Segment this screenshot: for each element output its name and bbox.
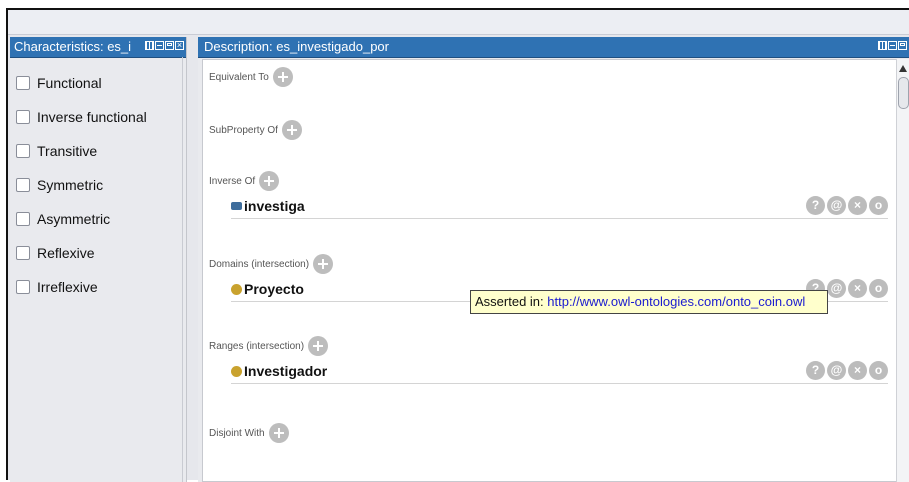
panel-window-controls bbox=[878, 41, 907, 50]
annotate-icon[interactable]: @ bbox=[827, 361, 846, 380]
annotate-icon[interactable]: @ bbox=[827, 196, 846, 215]
scroll-up-arrow-icon[interactable] bbox=[899, 65, 907, 72]
equivalent-to-section: Equivalent To bbox=[209, 66, 896, 88]
help-icon[interactable]: ? bbox=[806, 361, 825, 380]
inverse-of-entry[interactable]: investiga ? @ × o bbox=[231, 196, 888, 219]
add-equivalent-button[interactable] bbox=[272, 67, 293, 87]
characteristic-label: Reflexive bbox=[37, 245, 95, 261]
domains-section: Domains (intersection) bbox=[209, 253, 896, 275]
characteristic-transitive[interactable]: Transitive bbox=[16, 134, 186, 168]
delete-icon[interactable]: × bbox=[848, 361, 867, 380]
add-subproperty-button[interactable] bbox=[281, 120, 302, 140]
edit-icon[interactable]: o bbox=[869, 196, 888, 215]
range-entry[interactable]: Investigador ? @ × o bbox=[231, 361, 888, 384]
functional-checkbox[interactable] bbox=[16, 76, 30, 90]
subproperty-of-label: SubProperty Of bbox=[209, 124, 278, 136]
delete-icon[interactable]: × bbox=[848, 279, 867, 298]
tooltip-prefix: Asserted in: bbox=[475, 294, 548, 309]
asymmetric-checkbox[interactable] bbox=[16, 212, 30, 226]
class-icon bbox=[231, 283, 242, 295]
characteristics-list: Functional Inverse functional Transitive… bbox=[10, 58, 186, 304]
toolbar-strip bbox=[8, 10, 909, 35]
characteristic-label: Irreflexive bbox=[37, 279, 98, 295]
vertical-scrollbar[interactable] bbox=[896, 59, 909, 482]
inverse-of-value: investiga bbox=[244, 198, 305, 214]
characteristic-label: Functional bbox=[37, 75, 102, 91]
subproperty-of-section: SubProperty Of bbox=[209, 119, 896, 141]
characteristic-symmetric[interactable]: Symmetric bbox=[16, 168, 186, 202]
ranges-header: Ranges (intersection) bbox=[209, 335, 896, 357]
inverse-of-label: Inverse Of bbox=[209, 175, 256, 187]
view-options-icon[interactable] bbox=[145, 41, 154, 50]
edit-icon[interactable]: o bbox=[869, 279, 888, 298]
view-options-icon[interactable] bbox=[878, 41, 887, 50]
domains-header: Domains (intersection) bbox=[209, 253, 896, 275]
object-property-icon bbox=[231, 202, 242, 210]
annotate-icon[interactable]: @ bbox=[827, 279, 846, 298]
characteristic-label: Symmetric bbox=[37, 177, 104, 193]
edit-icon[interactable]: o bbox=[869, 361, 888, 380]
add-disjoint-button[interactable] bbox=[268, 423, 289, 443]
characteristic-inverse-functional[interactable]: Inverse functional bbox=[16, 100, 186, 134]
entry-name: investiga bbox=[231, 198, 305, 214]
transitive-checkbox[interactable] bbox=[16, 144, 30, 158]
ranges-label: Ranges (intersection) bbox=[209, 340, 305, 352]
close-icon[interactable] bbox=[175, 41, 184, 50]
tooltip-url: http://www.owl-ontologies.com/onto_coin.… bbox=[547, 294, 806, 309]
characteristics-panel: Characteristics: es_i Functional Inverse… bbox=[10, 37, 187, 482]
disjoint-with-header: Disjoint With bbox=[209, 422, 896, 444]
add-range-button[interactable] bbox=[308, 336, 329, 356]
symmetric-checkbox[interactable] bbox=[16, 178, 30, 192]
ranges-section: Ranges (intersection) bbox=[209, 335, 896, 357]
inverse-of-header: Inverse Of bbox=[209, 170, 896, 192]
maximize-icon[interactable] bbox=[165, 41, 174, 50]
characteristic-label: Asymmetric bbox=[37, 211, 111, 227]
inverse-functional-checkbox[interactable] bbox=[16, 110, 30, 124]
inverse-of-section: Inverse Of bbox=[209, 170, 896, 192]
app-window: Characteristics: es_i Functional Inverse… bbox=[6, 8, 909, 482]
description-panel: Description: es_investigado_por Equivale… bbox=[198, 37, 909, 482]
equivalent-to-header: Equivalent To bbox=[209, 66, 896, 88]
irreflexive-checkbox[interactable] bbox=[16, 280, 30, 294]
asserted-in-tooltip: Asserted in: http://www.owl-ontologies.c… bbox=[470, 290, 828, 314]
add-inverse-button[interactable] bbox=[259, 171, 280, 191]
disjoint-with-section: Disjoint With bbox=[209, 422, 896, 444]
characteristic-reflexive[interactable]: Reflexive bbox=[16, 236, 186, 270]
maximize-icon[interactable] bbox=[898, 41, 907, 50]
reflexive-checkbox[interactable] bbox=[16, 246, 30, 260]
entry-name: Proyecto bbox=[231, 281, 304, 297]
entry-actions: ? @ × o bbox=[806, 361, 888, 380]
entry-name: Investigador bbox=[231, 363, 327, 379]
characteristic-asymmetric[interactable]: Asymmetric bbox=[16, 202, 186, 236]
characteristic-label: Inverse functional bbox=[37, 109, 147, 125]
add-domain-button[interactable] bbox=[313, 254, 334, 274]
characteristics-panel-title: Characteristics: es_i bbox=[14, 39, 132, 54]
minimize-icon[interactable] bbox=[888, 41, 897, 50]
domain-value: Proyecto bbox=[244, 281, 304, 297]
help-icon[interactable]: ? bbox=[806, 196, 825, 215]
characteristics-panel-header: Characteristics: es_i bbox=[10, 37, 186, 58]
subproperty-of-header: SubProperty Of bbox=[209, 119, 896, 141]
characteristic-irreflexive[interactable]: Irreflexive bbox=[16, 270, 186, 304]
panel-window-controls bbox=[145, 41, 184, 50]
characteristic-label: Transitive bbox=[37, 143, 98, 159]
description-panel-title: Description: es_investigado_por bbox=[204, 39, 389, 54]
domains-label: Domains (intersection) bbox=[209, 258, 310, 270]
entry-actions: ? @ × o bbox=[806, 196, 888, 215]
delete-icon[interactable]: × bbox=[848, 196, 867, 215]
minimize-icon[interactable] bbox=[155, 41, 164, 50]
disjoint-with-label: Disjoint With bbox=[209, 427, 265, 439]
description-content: Equivalent To SubProperty Of Inverse Of bbox=[202, 59, 897, 482]
characteristic-functional[interactable]: Functional bbox=[16, 66, 186, 100]
equivalent-to-label: Equivalent To bbox=[209, 71, 269, 83]
panel-divider bbox=[182, 57, 183, 482]
scroll-thumb[interactable] bbox=[898, 77, 909, 109]
class-icon bbox=[231, 365, 242, 377]
description-panel-header: Description: es_investigado_por bbox=[198, 37, 909, 58]
range-value: Investigador bbox=[244, 363, 328, 379]
